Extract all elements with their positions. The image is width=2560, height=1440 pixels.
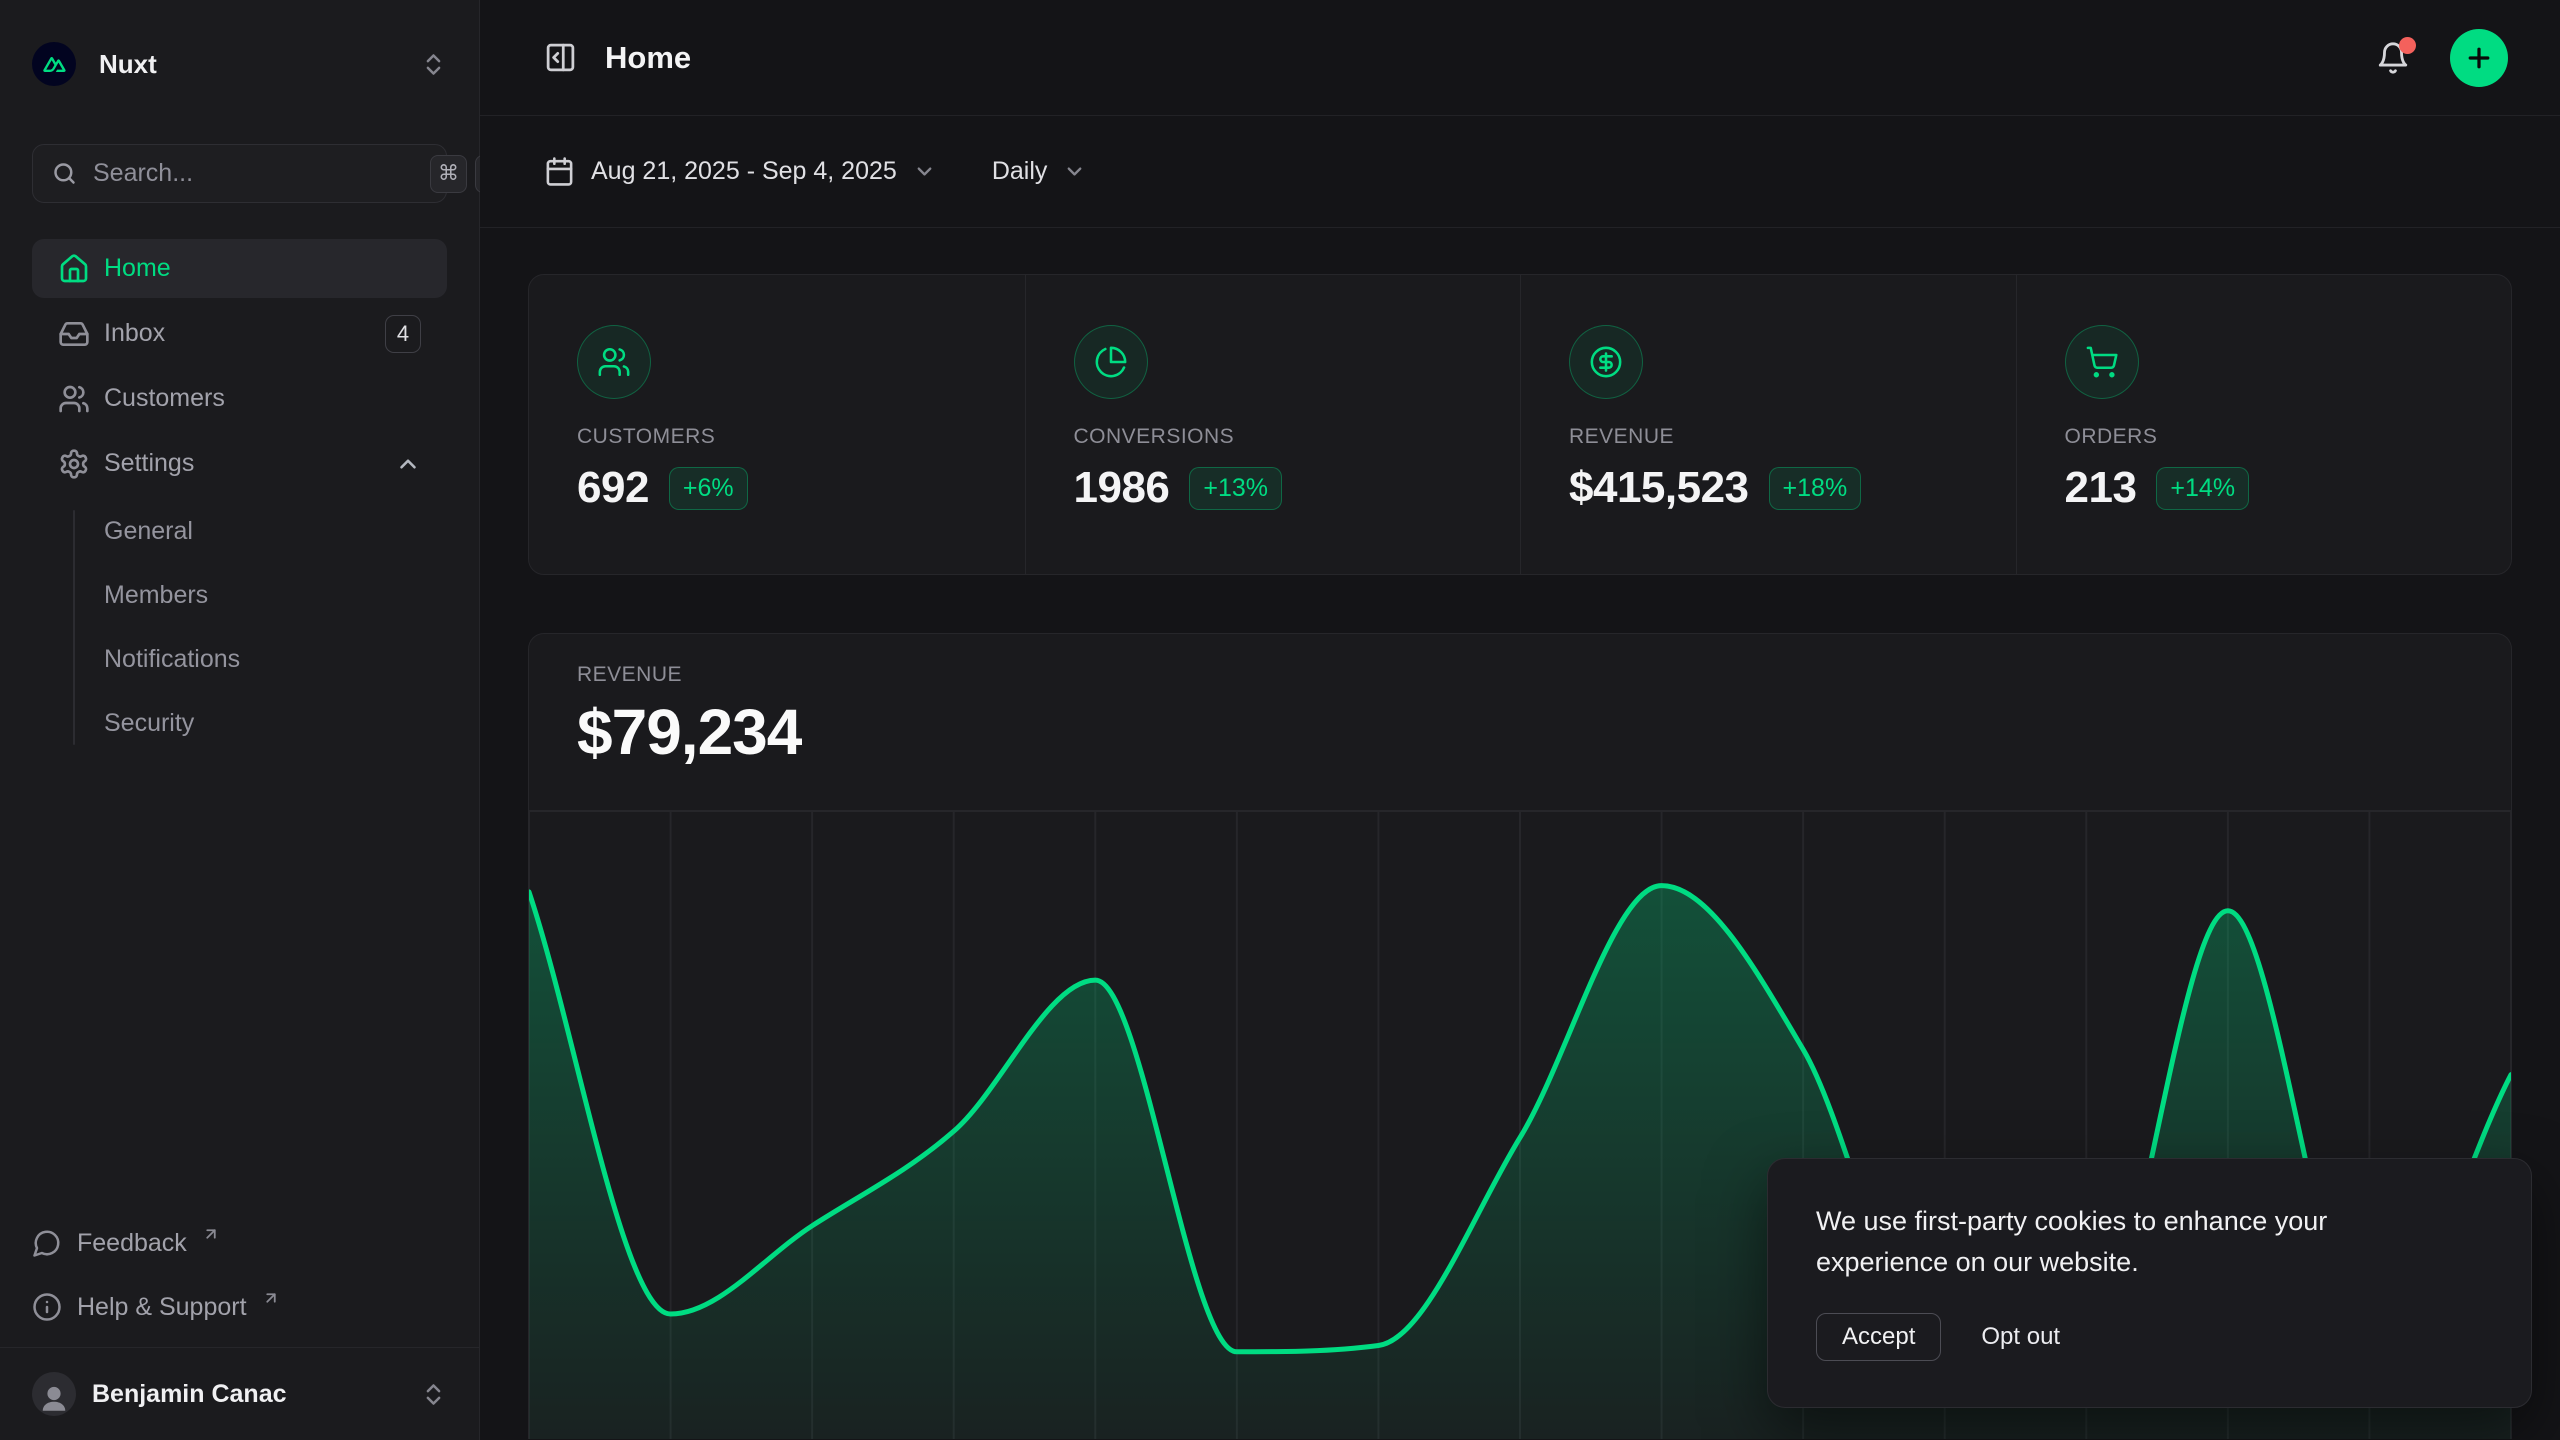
- stat-customers[interactable]: CUSTOMERS 692 +6%: [529, 275, 1025, 574]
- chart-total-value: $79,234: [577, 694, 2463, 770]
- stat-revenue[interactable]: REVENUE $415,523 +18%: [1520, 275, 2016, 574]
- footer-link-label: Help & Support: [77, 1293, 247, 1322]
- message-bubble-icon: [32, 1228, 62, 1258]
- date-range-value: Aug 21, 2025 - Sep 4, 2025: [591, 157, 897, 186]
- stat-value: $415,523: [1569, 463, 1749, 513]
- subnav-item-label: General: [104, 517, 193, 546]
- notification-dot: [2399, 37, 2416, 54]
- chevrons-up-down-icon: [420, 51, 447, 78]
- sidebar-item-notifications[interactable]: Notifications: [32, 632, 447, 687]
- search-input[interactable]: [93, 159, 415, 188]
- chevrons-up-down-icon: [420, 1381, 447, 1408]
- topbar-actions: [2372, 29, 2508, 87]
- chevron-down-icon: [1063, 160, 1086, 183]
- footer-link-label: Feedback: [77, 1229, 187, 1258]
- sidebar-item-label: Customers: [104, 384, 225, 413]
- nuxt-logo-icon: [32, 42, 76, 86]
- stat-value: 213: [2065, 463, 2137, 513]
- stat-orders[interactable]: ORDERS 213 +14%: [2016, 275, 2512, 574]
- subnav-item-label: Members: [104, 581, 208, 610]
- sidebar: Nuxt ⌘ K Home Inb: [0, 0, 480, 1440]
- plus-icon: [2464, 43, 2494, 73]
- calendar-icon: [544, 156, 575, 187]
- sidebar-nav: Home Inbox 4 Customers Settings: [32, 239, 447, 751]
- sidebar-item-inbox[interactable]: Inbox 4: [32, 304, 447, 363]
- cookie-consent-toast: We use first-party cookies to enhance yo…: [1767, 1158, 2532, 1408]
- external-link-icon: [202, 1225, 220, 1243]
- stat-label: ORDERS: [2065, 425, 2464, 449]
- gear-icon: [58, 448, 90, 480]
- settings-subnav: General Members Notifications Security: [32, 504, 447, 751]
- info-circle-icon: [32, 1292, 62, 1322]
- stat-conversions[interactable]: CONVERSIONS 1986 +13%: [1025, 275, 1521, 574]
- sidebar-item-label: Settings: [104, 449, 194, 478]
- sidebar-item-home[interactable]: Home: [32, 239, 447, 298]
- stat-label: REVENUE: [1569, 425, 1968, 449]
- stat-value: 1986: [1074, 463, 1170, 513]
- cookie-message: We use first-party cookies to enhance yo…: [1816, 1201, 2436, 1283]
- feedback-link[interactable]: Feedback: [32, 1219, 447, 1267]
- stat-label: CUSTOMERS: [577, 425, 977, 449]
- search-input-wrapper[interactable]: ⌘ K: [32, 144, 447, 203]
- chevron-up-icon: [395, 451, 421, 477]
- sidebar-item-settings[interactable]: Settings: [32, 434, 447, 493]
- collapse-sidebar-button[interactable]: [544, 41, 577, 74]
- interval-select[interactable]: Daily: [992, 157, 1087, 186]
- interval-value: Daily: [992, 157, 1048, 186]
- help-support-link[interactable]: Help & Support: [32, 1283, 447, 1331]
- add-button[interactable]: [2450, 29, 2508, 87]
- sidebar-item-general[interactable]: General: [32, 504, 447, 559]
- search-icon: [51, 160, 78, 187]
- optout-cookies-button[interactable]: Opt out: [1981, 1323, 2060, 1351]
- inbox-icon: [58, 318, 90, 350]
- sidebar-item-label: Home: [104, 254, 171, 283]
- subnav-item-label: Notifications: [104, 645, 240, 674]
- sidebar-item-security[interactable]: Security: [32, 696, 447, 751]
- stat-delta-badge: +18%: [1769, 467, 1862, 510]
- notifications-button[interactable]: [2372, 37, 2414, 79]
- users-icon: [58, 383, 90, 415]
- sidebar-item-members[interactable]: Members: [32, 568, 447, 623]
- date-range-picker[interactable]: Aug 21, 2025 - Sep 4, 2025: [544, 156, 936, 187]
- sidebar-item-label: Inbox: [104, 319, 165, 348]
- workspace-name: Nuxt: [99, 49, 157, 80]
- user-menu[interactable]: Benjamin Canac: [0, 1347, 479, 1440]
- chevron-down-icon: [913, 160, 936, 183]
- sidebar-spacer: [32, 751, 447, 1219]
- kbd-cmd: ⌘: [430, 155, 467, 193]
- cart-icon: [2065, 325, 2139, 399]
- stats-summary-card: CUSTOMERS 692 +6% CONVERSIONS 1986 +13%: [528, 274, 2512, 575]
- workspace-switcher[interactable]: Nuxt: [32, 36, 447, 92]
- accept-cookies-button[interactable]: Accept: [1816, 1313, 1941, 1361]
- chart-title: REVENUE: [577, 662, 2463, 688]
- user-name: Benjamin Canac: [92, 1380, 287, 1409]
- filter-bar: Aug 21, 2025 - Sep 4, 2025 Daily: [480, 116, 2560, 228]
- inbox-count-badge: 4: [385, 315, 421, 353]
- stat-value: 692: [577, 463, 649, 513]
- stat-delta-badge: +6%: [669, 467, 748, 510]
- avatar: [32, 1372, 76, 1416]
- sidebar-item-customers[interactable]: Customers: [32, 369, 447, 428]
- topbar: Home: [480, 0, 2560, 116]
- stat-label: CONVERSIONS: [1074, 425, 1473, 449]
- home-icon: [58, 253, 90, 285]
- subnav-item-label: Security: [104, 709, 194, 738]
- stat-delta-badge: +13%: [1189, 467, 1282, 510]
- dollar-circle-icon: [1569, 325, 1643, 399]
- pie-chart-icon: [1074, 325, 1148, 399]
- external-link-icon: [262, 1289, 280, 1307]
- page-title: Home: [605, 40, 691, 76]
- stat-delta-badge: +14%: [2156, 467, 2249, 510]
- sidebar-footer-links: Feedback Help & Support: [32, 1219, 447, 1331]
- users-icon: [577, 325, 651, 399]
